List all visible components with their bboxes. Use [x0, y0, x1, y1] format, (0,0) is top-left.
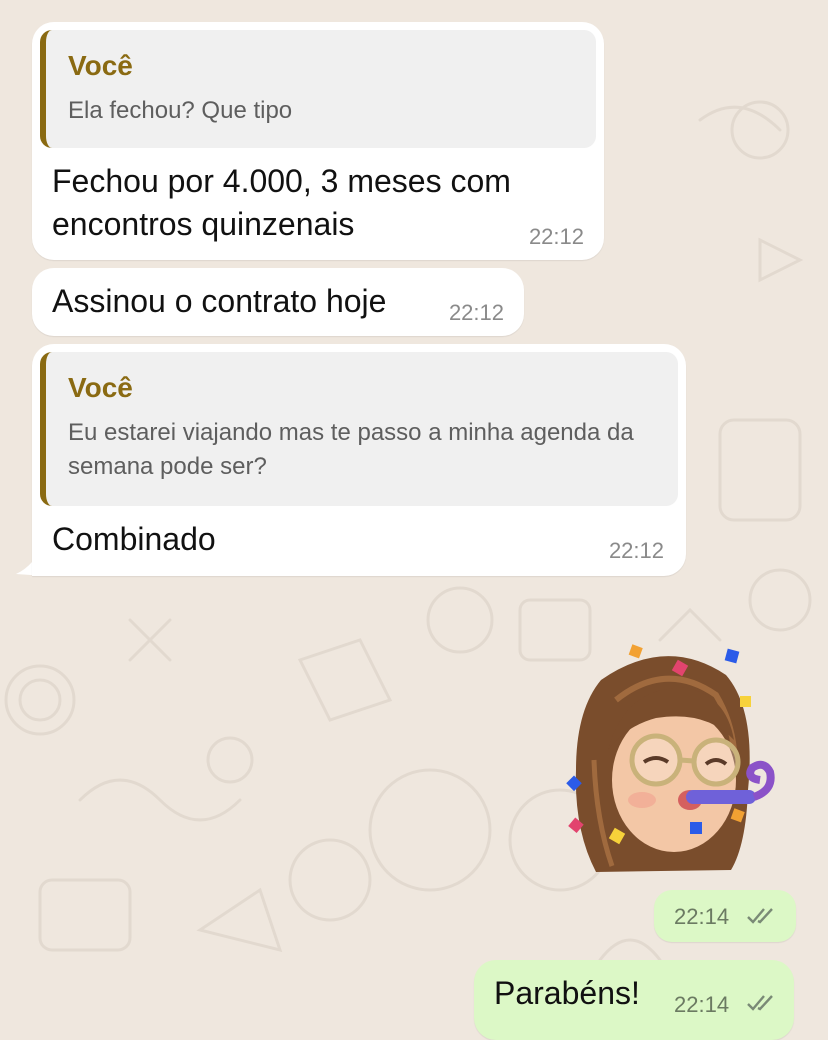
message-text: Fechou por 4.000, 3 meses com encontros …	[52, 163, 511, 242]
message-text: Parabéns!	[494, 975, 640, 1011]
message-text: Assinou o contrato hoje	[52, 283, 387, 319]
message-time: 22:14	[674, 904, 730, 929]
incoming-message-bubble[interactable]: Assinou o contrato hoje 22:12	[32, 268, 524, 336]
message-time: 22:12	[528, 224, 584, 249]
message-time: 22:12	[448, 300, 504, 325]
quoted-author: Você	[68, 50, 133, 81]
memoji-party-horn-sticker[interactable]	[556, 640, 786, 880]
outgoing-message-bubble[interactable]: Parabéns! 22:14	[474, 960, 794, 1040]
quoted-message[interactable]: Você Eu estarei viajando mas te passo a …	[40, 352, 678, 506]
quoted-text: Eu estarei viajando mas te passo a minha…	[68, 419, 634, 480]
quoted-message[interactable]: Você Ela fechou? Que tipo	[40, 30, 596, 148]
message-text: Combinado	[52, 521, 216, 557]
quoted-author: Você	[68, 372, 133, 403]
message-time: 22:14	[674, 992, 730, 1017]
message-time: 22:12	[608, 538, 664, 563]
sticker-time-badge: 22:14	[654, 890, 796, 942]
read-receipt-double-check-icon	[747, 995, 773, 1011]
read-receipt-double-check-icon	[747, 908, 773, 924]
quoted-text: Ela fechou? Que tipo	[68, 97, 293, 124]
incoming-message-bubble[interactable]: Você Ela fechou? Que tipo Fechou por 4.0…	[32, 22, 604, 260]
incoming-message-bubble[interactable]: Você Eu estarei viajando mas te passo a …	[32, 344, 686, 576]
